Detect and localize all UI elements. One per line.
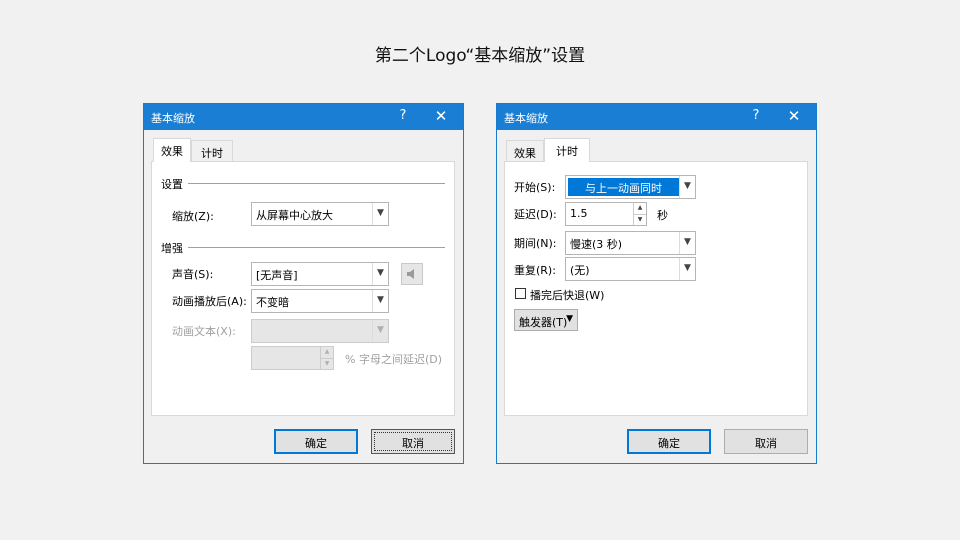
animate-text-select[interactable]: ▼ — [251, 319, 389, 343]
sound-label: 声音(S): — [172, 268, 214, 281]
tab-effect[interactable]: 效果 — [153, 138, 191, 162]
double-chevron-down-icon: ▼ — [566, 314, 573, 324]
ok-button[interactable]: 确定 — [627, 429, 711, 454]
spin-down-icon[interactable]: ▼ — [320, 358, 333, 369]
chevron-down-icon: ▼ — [679, 258, 695, 280]
basic-zoom-dialog-effect: 基本缩放 ? ✕ 效果 计时 设置 缩放(Z): 从屏幕中心放大 ▼ 增强 声音… — [143, 103, 464, 464]
delay-label: 延迟(D): — [514, 208, 557, 221]
chevron-down-icon: ▼ — [372, 290, 388, 312]
delay-unit: 秒 — [657, 209, 668, 222]
close-button[interactable]: ✕ — [431, 107, 451, 125]
zoom-value: 从屏幕中心放大 — [256, 209, 333, 222]
after-animation-select[interactable]: 不变暗 ▼ — [251, 289, 389, 313]
rewind-label: 播完后快退(W) — [530, 289, 605, 302]
help-button[interactable]: ? — [393, 108, 413, 123]
cancel-button[interactable]: 取消 — [724, 429, 808, 454]
repeat-label: 重复(R): — [514, 264, 556, 277]
trigger-button[interactable]: 触发器(T) ▼ — [514, 309, 578, 331]
help-button[interactable]: ? — [746, 108, 766, 123]
repeat-select[interactable]: (无) ▼ — [565, 257, 696, 281]
spin-up-icon[interactable]: ▲ — [633, 203, 646, 214]
letter-delay-label: % 字母之间延迟(D) — [345, 353, 443, 366]
basic-zoom-dialog-timing: 基本缩放 ? ✕ 效果 计时 开始(S): 与上一动画同时 ▼ 延迟(D): 1… — [496, 103, 817, 464]
after-animation-value: 不变暗 — [256, 296, 289, 309]
close-button[interactable]: ✕ — [784, 107, 804, 125]
timing-panel: 开始(S): 与上一动画同时 ▼ 延迟(D): 1.5 ▲ ▼ 秒 期间(N):… — [504, 161, 808, 416]
start-value: 与上一动画同时 — [568, 178, 679, 196]
tab-timing[interactable]: 计时 — [191, 140, 233, 162]
section-enhance-label: 增强 — [161, 242, 183, 255]
spinner-buttons: ▲ ▼ — [633, 203, 646, 225]
section-divider — [188, 183, 445, 184]
sound-settings-button[interactable] — [401, 263, 423, 285]
section-settings-label: 设置 — [161, 178, 183, 191]
dialog-title: 基本缩放 — [151, 112, 195, 125]
chevron-down-icon: ▼ — [372, 320, 388, 342]
delay-value: 1.5 — [570, 207, 588, 220]
delay-spinner[interactable]: 1.5 ▲ ▼ — [565, 202, 647, 226]
tab-timing[interactable]: 计时 — [544, 138, 590, 162]
duration-label: 期间(N): — [514, 237, 557, 250]
dialog-titlebar: 基本缩放 ? ✕ — [144, 104, 463, 130]
ok-button[interactable]: 确定 — [274, 429, 358, 454]
chevron-down-icon: ▼ — [372, 263, 388, 285]
zoom-select[interactable]: 从屏幕中心放大 ▼ — [251, 202, 389, 226]
sound-select[interactable]: [无声音] ▼ — [251, 262, 389, 286]
spin-down-icon[interactable]: ▼ — [633, 214, 646, 225]
tab-effect[interactable]: 效果 — [506, 140, 544, 162]
duration-select[interactable]: 慢速(3 秒) ▼ — [565, 231, 696, 255]
chevron-down-icon: ▼ — [372, 203, 388, 225]
speaker-icon — [407, 269, 414, 279]
animate-text-label: 动画文本(X): — [172, 325, 236, 338]
chevron-down-icon: ▼ — [679, 176, 695, 198]
effect-panel: 设置 缩放(Z): 从屏幕中心放大 ▼ 增强 声音(S): [无声音] ▼ 动画… — [151, 161, 455, 416]
section-divider — [188, 247, 445, 248]
slide-title: 第二个Logo“基本缩放”设置 — [374, 46, 586, 66]
dialog-titlebar: 基本缩放 ? ✕ — [497, 104, 816, 130]
start-select[interactable]: 与上一动画同时 ▼ — [565, 175, 696, 199]
dialog-title: 基本缩放 — [504, 112, 548, 125]
after-animation-label: 动画播放后(A): — [172, 295, 247, 308]
rewind-checkbox[interactable] — [515, 288, 526, 299]
cancel-button[interactable]: 取消 — [371, 429, 455, 454]
spin-up-icon[interactable]: ▲ — [320, 347, 333, 358]
duration-value: 慢速(3 秒) — [570, 238, 623, 251]
repeat-value: (无) — [570, 264, 590, 277]
trigger-label: 触发器(T) — [519, 316, 568, 329]
zoom-label: 缩放(Z): — [172, 210, 214, 223]
sound-value: [无声音] — [256, 269, 298, 282]
letter-delay-spinner[interactable]: ▲ ▼ — [251, 346, 334, 370]
spinner-buttons: ▲ ▼ — [320, 347, 333, 369]
chevron-down-icon: ▼ — [679, 232, 695, 254]
start-label: 开始(S): — [514, 181, 556, 194]
